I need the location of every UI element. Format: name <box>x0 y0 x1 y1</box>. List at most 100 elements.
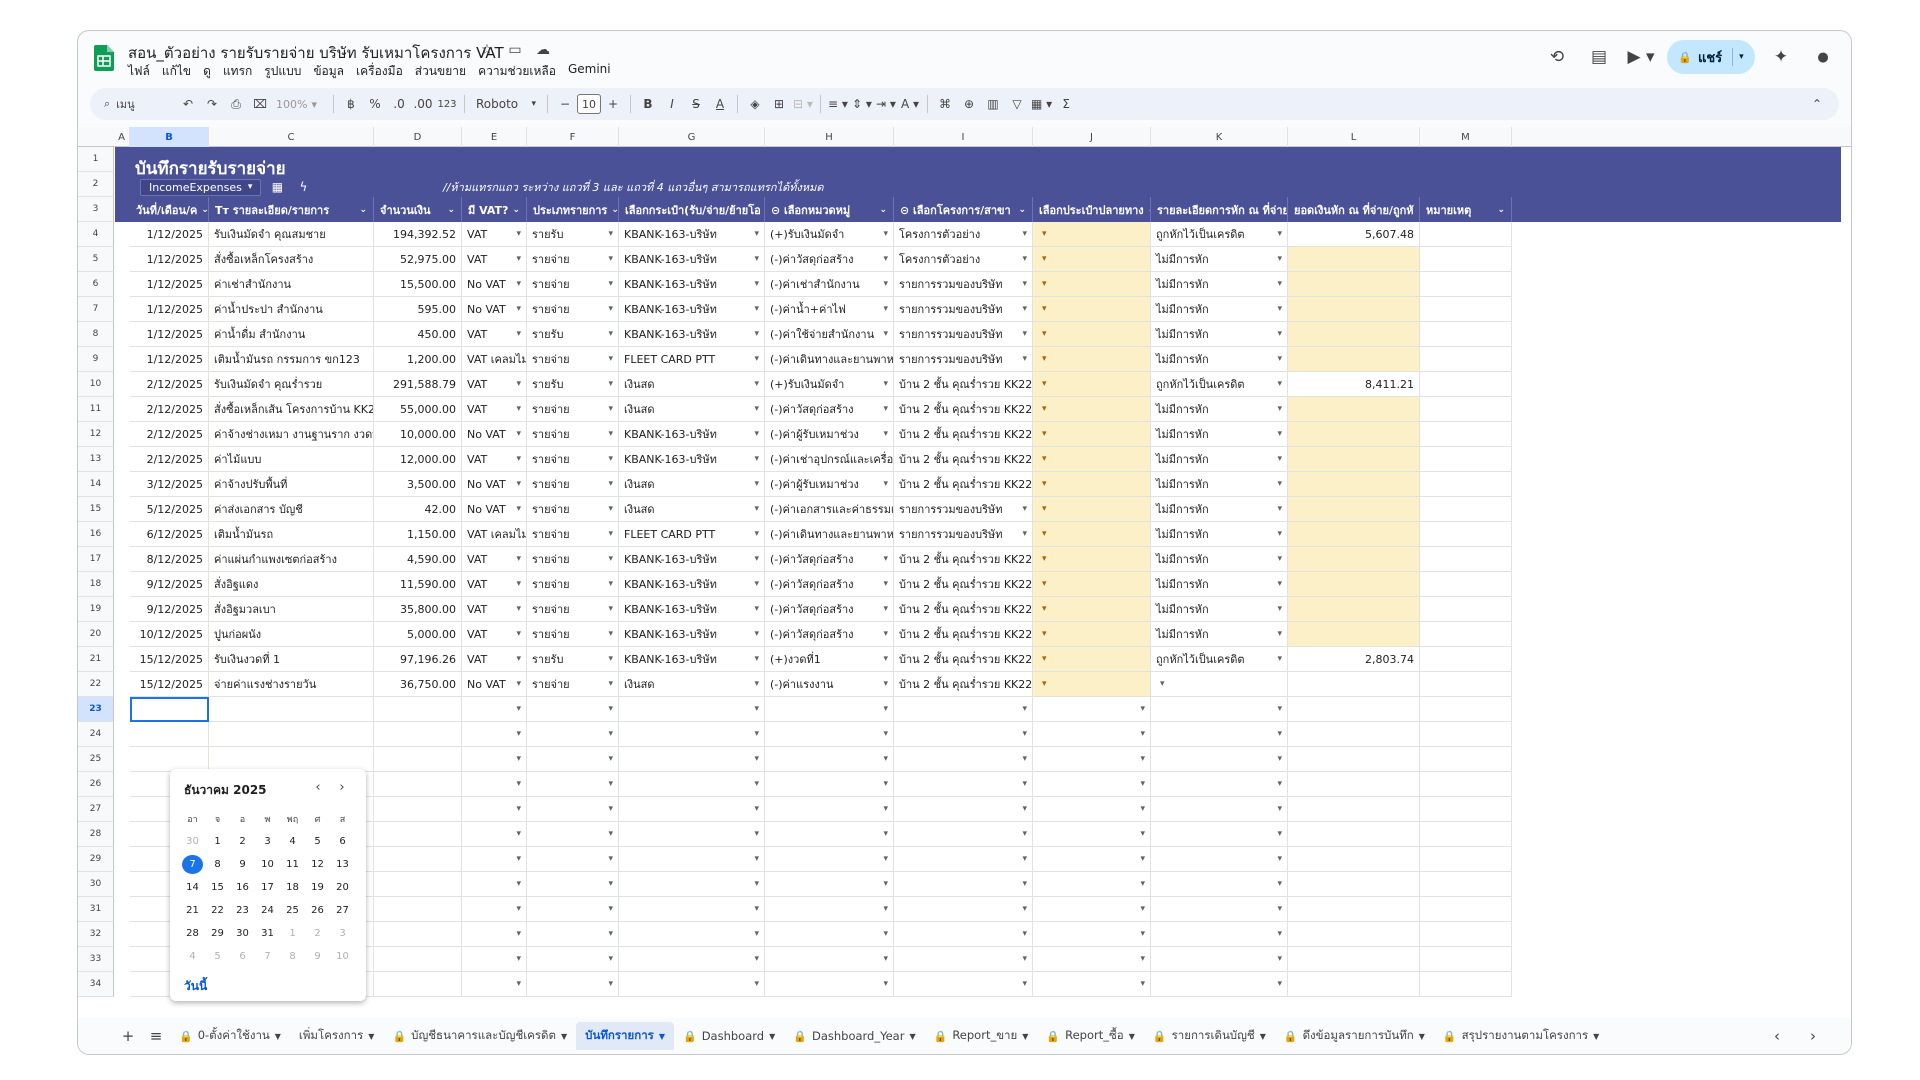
row-header[interactable]: 31 <box>78 897 114 922</box>
row-header[interactable]: 11 <box>78 397 114 422</box>
menu-edit[interactable]: แก้ไข <box>162 62 191 81</box>
add-sheet-icon[interactable]: + <box>114 1022 142 1050</box>
scroll-tabs-right-icon[interactable]: › <box>1799 1022 1827 1050</box>
table-cell[interactable] <box>527 822 619 847</box>
table-automation-icon[interactable]: ϟ <box>293 178 313 196</box>
table-cell[interactable] <box>374 747 462 772</box>
table-cell[interactable]: No VAT <box>462 272 527 297</box>
strikethrough-icon[interactable]: S <box>684 92 708 116</box>
currency-format-button[interactable]: ฿ <box>339 92 363 116</box>
chevron-down-icon[interactable]: ⌄ <box>201 205 208 215</box>
table-cell[interactable]: ไม่มีการหัก <box>1151 347 1288 372</box>
chevron-down-icon[interactable]: ▼ <box>769 1032 775 1041</box>
row-header[interactable]: 5 <box>78 247 114 272</box>
history-icon[interactable]: ⟲ <box>1541 41 1573 73</box>
table-cell[interactable]: ไม่มีการหัก <box>1151 472 1288 497</box>
chevron-down-icon[interactable]: ⌄ <box>611 205 618 215</box>
row-header[interactable]: 20 <box>78 622 114 647</box>
table-cell[interactable]: รายรับ <box>527 222 619 247</box>
table-cell[interactable] <box>894 797 1033 822</box>
table-cell[interactable] <box>765 747 894 772</box>
table-cell[interactable]: เงินสด <box>619 372 765 397</box>
table-cell[interactable] <box>765 872 894 897</box>
table-cell[interactable] <box>1288 972 1420 997</box>
table-cell[interactable]: รายจ่าย <box>527 472 619 497</box>
table-cell[interactable]: บ้าน 2 ชั้น คุณร่ำรวย KK220 <box>894 372 1033 397</box>
row-header[interactable]: 27 <box>78 797 114 822</box>
row-header[interactable]: 32 <box>78 922 114 947</box>
table-cell[interactable]: รายการรวมของบริษัท <box>894 497 1033 522</box>
table-cell[interactable]: รายรับ <box>527 322 619 347</box>
table-header-cell[interactable]: ประเภทรายการ ⌄ <box>527 197 619 222</box>
table-cell[interactable] <box>1033 872 1151 897</box>
table-cell[interactable] <box>619 972 765 997</box>
table-cell[interactable] <box>1151 847 1288 872</box>
table-cell[interactable] <box>619 697 765 722</box>
table-cell[interactable]: รายจ่าย <box>527 447 619 472</box>
table-cell[interactable]: บ้าน 2 ชั้น คุณร่ำรวย KK220 <box>894 572 1033 597</box>
table-cell[interactable] <box>1033 922 1151 947</box>
table-cell[interactable]: (+)งวดที่1 <box>765 647 894 672</box>
table-cell[interactable] <box>209 697 374 722</box>
date-cell[interactable]: 9 <box>230 855 255 874</box>
row-header[interactable]: 23 <box>78 697 114 722</box>
table-cell[interactable] <box>1151 697 1288 722</box>
date-cell[interactable]: 10 <box>330 947 355 966</box>
collapse-toolbar-icon[interactable]: ⌃ <box>1805 92 1829 116</box>
date-cell[interactable]: 22 <box>205 901 230 920</box>
table-cell[interactable] <box>765 922 894 947</box>
table-cell[interactable]: รายรับ <box>527 372 619 397</box>
date-cell[interactable]: 6 <box>230 947 255 966</box>
date-cell[interactable]: 3 <box>255 832 280 851</box>
table-cell[interactable] <box>765 822 894 847</box>
table-cell[interactable]: (+)รับเงินมัดจำ <box>765 222 894 247</box>
table-cell[interactable] <box>765 847 894 872</box>
row-header[interactable]: 14 <box>78 472 114 497</box>
table-cell[interactable]: รายจ่าย <box>527 347 619 372</box>
table-cell[interactable] <box>1033 722 1151 747</box>
table-header-cell[interactable]: เลือกกระเป๋า(รับ/จ่าย/ย้ายโอ⌄ <box>619 197 765 222</box>
date-cell[interactable]: 8 <box>205 855 230 874</box>
table-cell[interactable] <box>462 947 527 972</box>
table-cell[interactable] <box>1151 897 1288 922</box>
table-cell[interactable] <box>209 722 374 747</box>
chevron-down-icon[interactable]: ▼ <box>1260 1032 1266 1041</box>
table-cell[interactable] <box>894 847 1033 872</box>
chevron-down-icon[interactable]: ▼ <box>1593 1032 1599 1041</box>
font-size-input[interactable]: 10 <box>577 94 601 114</box>
table-cell[interactable] <box>374 922 462 947</box>
table-cell[interactable]: VAT <box>462 247 527 272</box>
date-cell[interactable]: 3 <box>330 924 355 943</box>
date-cell[interactable]: 1 <box>205 832 230 851</box>
chevron-down-icon[interactable]: ⌄ <box>359 205 367 215</box>
table-cell[interactable]: VAT <box>462 222 527 247</box>
table-cell[interactable] <box>894 822 1033 847</box>
table-cell[interactable]: KBANK-163-บริษัท <box>619 322 765 347</box>
table-cell[interactable]: รายจ่าย <box>527 272 619 297</box>
table-cell[interactable] <box>374 847 462 872</box>
table-cell[interactable] <box>765 772 894 797</box>
move-folder-icon[interactable]: ▭ <box>504 39 526 61</box>
table-cell[interactable] <box>374 697 462 722</box>
table-cell[interactable]: KBANK-163-บริษัท <box>619 272 765 297</box>
table-cell[interactable] <box>1288 897 1420 922</box>
table-header-cell[interactable]: หมายเหตุ ⌄ <box>1420 197 1512 222</box>
table-cell[interactable] <box>462 697 527 722</box>
table-cell[interactable] <box>1288 772 1420 797</box>
table-cell[interactable]: เงินสด <box>619 497 765 522</box>
table-cell[interactable]: เงินสด <box>619 472 765 497</box>
date-cell[interactable]: 23 <box>230 901 255 920</box>
table-cell[interactable] <box>1420 972 1512 997</box>
menu-view[interactable]: ดู <box>203 62 211 81</box>
table-cell[interactable] <box>1033 497 1151 522</box>
table-cell[interactable]: บ้าน 2 ชั้น คุณร่ำรวย KK220 <box>894 397 1033 422</box>
table-cell[interactable] <box>462 922 527 947</box>
table-cell[interactable]: ไม่มีการหัก <box>1151 497 1288 522</box>
table-header-cell[interactable]: ⊝ เลือกโครงการ/สาขา ⌄ <box>894 197 1033 222</box>
table-cell[interactable] <box>1420 897 1512 922</box>
table-cell[interactable]: ไม่มีการหัก <box>1151 322 1288 347</box>
table-cell[interactable] <box>894 972 1033 997</box>
chevron-down-icon[interactable]: ⌄ <box>1497 205 1505 215</box>
table-cell[interactable]: No VAT <box>462 297 527 322</box>
table-cell[interactable]: ไม่มีการหัก <box>1151 622 1288 647</box>
